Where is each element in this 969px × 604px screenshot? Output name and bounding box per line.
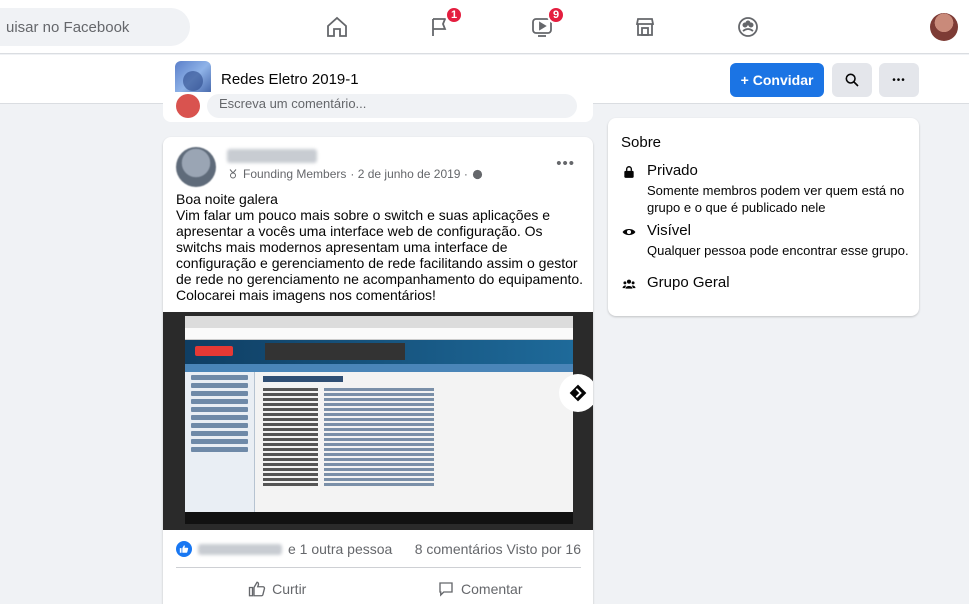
browser-address-bar: [185, 328, 573, 340]
comment-bubble-icon: [439, 582, 453, 597]
about-item-visible: Visível Qualquer pessoa pode encontrar e…: [621, 222, 911, 262]
badge-icon: [229, 169, 237, 179]
invite-button[interactable]: + Convidar: [730, 63, 824, 97]
comments-count[interactable]: 8 comentários: [415, 541, 503, 557]
member-role[interactable]: Founding Members: [243, 167, 346, 181]
post-text: Boa noite galera Vim falar um pouco mais…: [176, 191, 586, 303]
about-item-title: Privado: [647, 162, 698, 179]
about-item-desc: Somente membros podem ver quem está no g…: [647, 183, 905, 215]
people-icon: [621, 276, 637, 292]
about-item-private: Privado Somente membros podem ver quem e…: [621, 162, 911, 215]
thumbs-up-icon: [248, 581, 266, 597]
about-item-desc: Qualquer pessoa pode encontrar esse grup…: [647, 243, 909, 258]
web-ui-header: [185, 340, 573, 364]
more-icon: •••: [892, 74, 906, 86]
watch-nav-button[interactable]: 9: [527, 6, 565, 42]
web-ui-sidebar: [185, 372, 255, 512]
group-search-button[interactable]: [832, 63, 872, 97]
commenter-avatar: [176, 94, 200, 118]
people-circle-icon: [738, 17, 758, 37]
web-ui-menu: [185, 364, 573, 372]
search-icon: [845, 73, 859, 87]
post-actions: Curtir Comentar: [176, 573, 581, 604]
like-label: Curtir: [272, 581, 307, 597]
about-item-title: Grupo Geral: [647, 274, 730, 291]
like-button[interactable]: Curtir: [176, 573, 379, 604]
post-stats: e 1 outra pessoa 8 comentários Visto por…: [176, 541, 581, 559]
post-text-line: Boa noite galera: [176, 191, 278, 207]
home-icon: [327, 16, 347, 37]
post-date[interactable]: · 2 de junho de 2019 ·: [350, 167, 467, 181]
watch-badge: 9: [547, 6, 565, 24]
store-icon: [635, 18, 655, 36]
post-text-line: Vim falar um pouco mais sobre o switch e…: [176, 207, 584, 303]
comment-input[interactable]: Escreva um comentário...: [207, 94, 577, 118]
windows-taskbar: [185, 512, 573, 524]
search-input[interactable]: uisar no Facebook: [0, 8, 190, 46]
group-name[interactable]: Redes Eletro 2019-1: [221, 71, 359, 88]
top-navigation: uisar no Facebook 1 9: [0, 0, 969, 54]
invite-label: Convidar: [752, 72, 814, 88]
comment-label: Comentar: [461, 581, 523, 597]
reactor-name-blurred[interactable]: [198, 544, 282, 555]
comment-button[interactable]: Comentar: [379, 573, 582, 604]
post-counts: 8 comentários Visto por 16: [415, 541, 581, 557]
marketplace-nav-button[interactable]: [630, 12, 660, 42]
profile-avatar[interactable]: [930, 13, 958, 41]
author-avatar[interactable]: [176, 147, 216, 187]
lock-icon: [621, 164, 637, 180]
author-name-blurred[interactable]: [227, 149, 317, 163]
post-divider: [176, 567, 581, 568]
post-image[interactable]: [163, 312, 593, 530]
home-nav-button[interactable]: [322, 12, 352, 42]
about-item-general-group: Grupo Geral: [621, 274, 911, 296]
switch-device-image: [265, 343, 405, 360]
like-reaction-icon[interactable]: [176, 541, 192, 557]
groups-nav-button[interactable]: 1: [425, 6, 463, 42]
seen-by[interactable]: Visto por 16: [507, 541, 581, 557]
next-image-button[interactable]: [559, 374, 593, 412]
eye-icon: [621, 224, 637, 240]
post-options-button[interactable]: •••: [556, 155, 575, 172]
about-card: Sobre Privado Somente membros podem ver …: [608, 118, 919, 316]
reactions-summary[interactable]: e 1 outra pessoa: [288, 541, 392, 557]
system-information-table: [263, 376, 563, 506]
previous-post-comment-box: Escreva um comentário...: [163, 92, 593, 122]
about-title: Sobre: [621, 134, 662, 151]
about-item-title: Visível: [647, 222, 691, 239]
group-more-button[interactable]: •••: [879, 63, 919, 97]
post-meta: Founding Members · 2 de junho de 2019 ·: [227, 167, 483, 181]
post-card: Founding Members · 2 de junho de 2019 · …: [163, 137, 593, 604]
switch-web-interface-screenshot: [185, 316, 573, 524]
browser-titlebar: [185, 316, 573, 328]
globe-icon: [472, 169, 482, 179]
transition-logo: [195, 346, 233, 356]
code-diamond-icon: [569, 384, 587, 402]
plus-icon: +: [740, 72, 749, 88]
community-nav-button[interactable]: [733, 12, 763, 42]
groups-badge: 1: [445, 6, 463, 24]
